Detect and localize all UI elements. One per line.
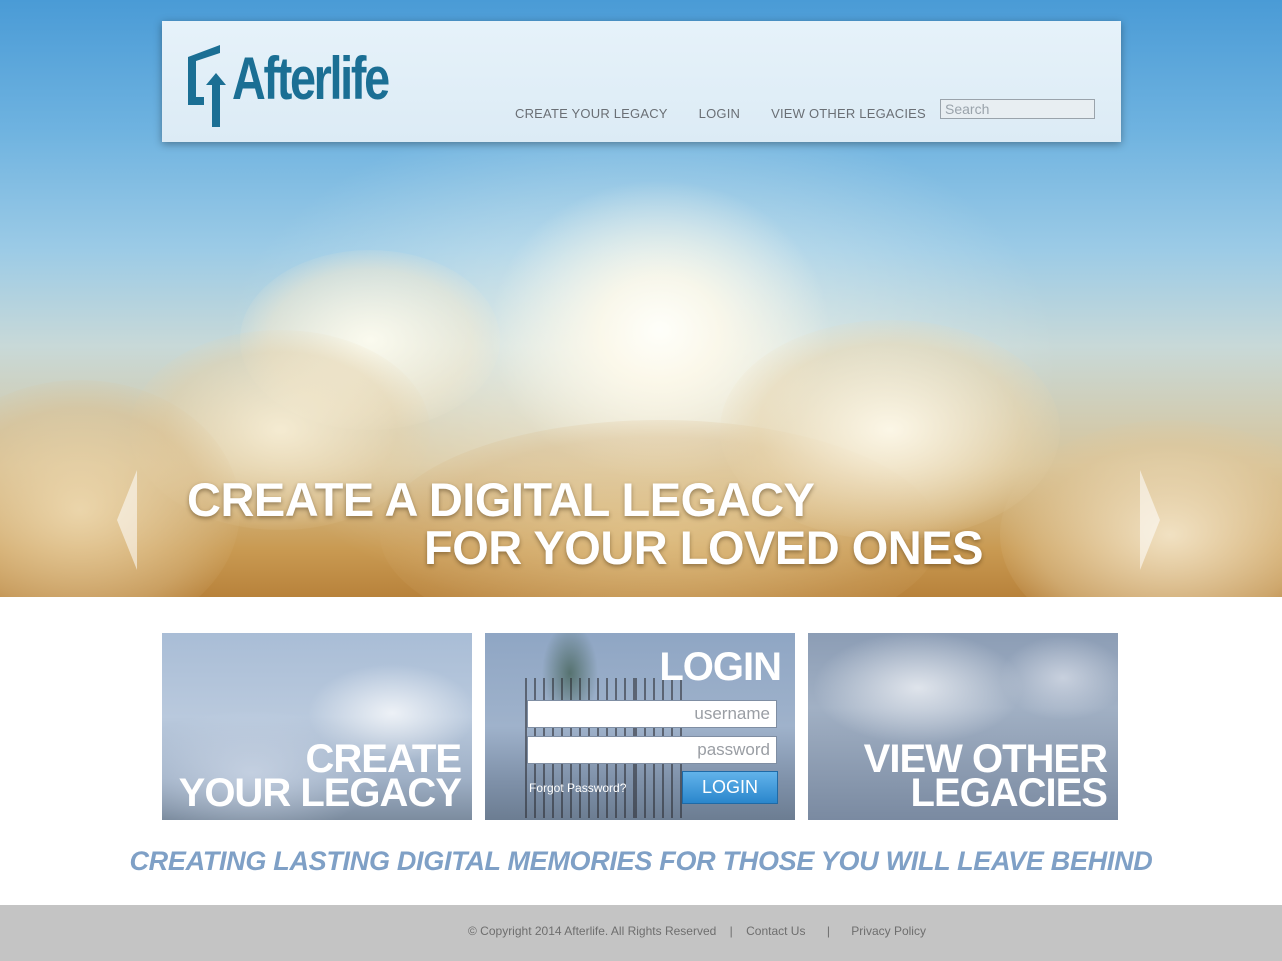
copyright-text: © Copyright 2014 Afterlife. All Rights R… bbox=[468, 924, 717, 938]
footer-separator: | bbox=[729, 924, 733, 938]
tile-view-legacies[interactable]: VIEW OTHER LEGACIES bbox=[808, 633, 1118, 820]
hero-headline: CREATE A DIGITAL LEGACY FOR YOUR LOVED O… bbox=[187, 476, 1087, 572]
search-input[interactable] bbox=[940, 99, 1095, 119]
footer-links: © Copyright 2014 Afterlife. All Rights R… bbox=[468, 924, 926, 938]
privacy-policy-link[interactable]: Privacy Policy bbox=[851, 924, 926, 938]
forgot-password-link[interactable]: Forgot Password? bbox=[529, 781, 626, 795]
tile-login: LOGIN Forgot Password? LOGIN bbox=[485, 633, 795, 820]
slider-next-arrow-icon[interactable] bbox=[1140, 470, 1160, 570]
nav-create-legacy[interactable]: CREATE YOUR LEGACY bbox=[515, 106, 668, 121]
tile-create-label: CREATE YOUR LEGACY bbox=[178, 739, 462, 815]
login-title: LOGIN bbox=[659, 645, 782, 689]
tagline: CREATING LASTING DIGITAL MEMORIES FOR TH… bbox=[129, 846, 1153, 876]
footer-separator: | bbox=[826, 924, 830, 938]
logo-wordmark: Afterlife bbox=[232, 45, 390, 112]
hero-headline-line2: FOR YOUR LOVED ONES bbox=[424, 521, 983, 574]
site-header: Afterlife CREATE YOUR LEGACY LOGIN VIEW … bbox=[162, 21, 1121, 142]
site-logo[interactable]: Afterlife bbox=[186, 41, 432, 131]
password-field[interactable] bbox=[527, 736, 777, 764]
contact-us-link[interactable]: Contact Us bbox=[746, 924, 805, 938]
cloud-shape bbox=[240, 250, 500, 430]
logo-arrow-icon bbox=[188, 45, 226, 127]
login-button[interactable]: LOGIN bbox=[682, 771, 778, 804]
nav-login[interactable]: LOGIN bbox=[699, 106, 740, 121]
slider-prev-arrow-icon[interactable] bbox=[117, 470, 137, 570]
nav-view-legacies[interactable]: VIEW OTHER LEGACIES bbox=[771, 106, 926, 121]
username-field[interactable] bbox=[527, 700, 777, 728]
site-footer: © Copyright 2014 Afterlife. All Rights R… bbox=[0, 905, 1282, 961]
tile-create-legacy[interactable]: CREATE YOUR LEGACY bbox=[162, 633, 472, 820]
tile-create-line2: YOUR LEGACY bbox=[178, 771, 462, 815]
main-nav: CREATE YOUR LEGACY LOGIN VIEW OTHER LEGA… bbox=[515, 106, 957, 121]
tile-view-label: VIEW OTHER LEGACIES bbox=[864, 739, 1108, 815]
tile-view-line2: LEGACIES bbox=[910, 771, 1108, 815]
hero-headline-line1: CREATE A DIGITAL LEGACY bbox=[187, 473, 815, 526]
